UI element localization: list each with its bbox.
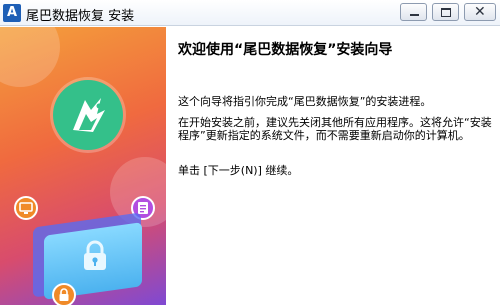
continue-instruction-text: 单击 [下一步(N)] 继续。 bbox=[178, 164, 299, 177]
close-apps-text: 在开始安装之前，建议先关闭其他所有应用程序。这将允许“安装程序”更新指定的系统文… bbox=[178, 116, 492, 142]
close-button[interactable]: ✕ bbox=[464, 3, 496, 21]
minimize-button[interactable] bbox=[400, 3, 427, 21]
minimize-icon bbox=[410, 14, 419, 16]
app-icon: A bbox=[3, 4, 21, 22]
wizard-banner bbox=[0, 27, 166, 305]
window-title: 尾巴数据恢复 安装 bbox=[26, 9, 135, 24]
maximize-icon bbox=[441, 8, 451, 17]
monitor-icon bbox=[14, 196, 38, 220]
title-bar: A 尾巴数据恢复 安装 ✕ bbox=[0, 0, 500, 26]
wizard-heading: 欢迎使用“尾巴数据恢复”安装向导 bbox=[178, 42, 393, 58]
device-lock-icon bbox=[80, 239, 110, 273]
app-logo-icon bbox=[53, 80, 123, 150]
maximize-button[interactable] bbox=[432, 3, 459, 21]
decor-blob bbox=[0, 27, 60, 87]
close-icon: ✕ bbox=[474, 4, 486, 20]
wizard-content: 欢迎使用“尾巴数据恢复”安装向导 这个向导将指引你完成“尾巴数据恢复”的安装进程… bbox=[166, 27, 500, 305]
padlock-icon bbox=[52, 283, 76, 305]
intro-text: 这个向导将指引你完成“尾巴数据恢复”的安装进程。 bbox=[178, 95, 432, 108]
